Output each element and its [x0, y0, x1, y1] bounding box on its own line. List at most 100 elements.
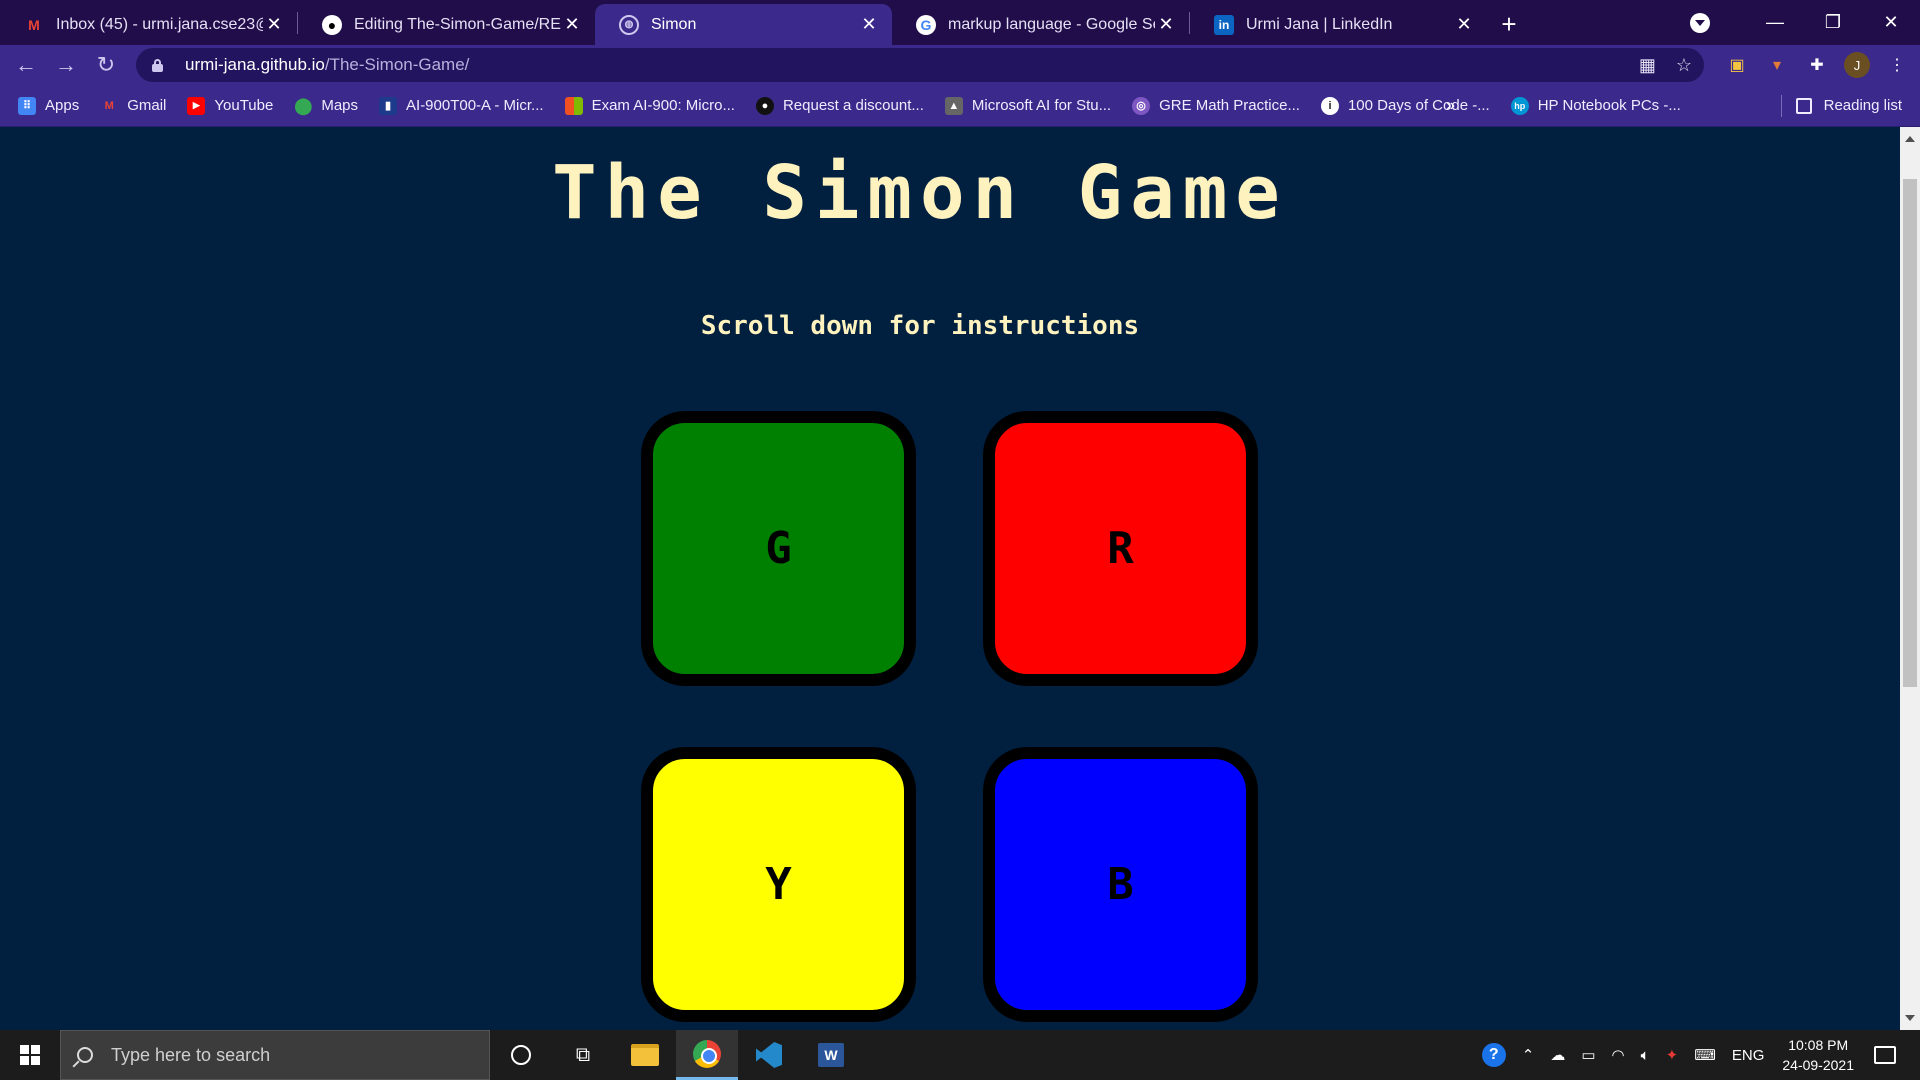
wifi-icon[interactable]: ◠: [1612, 1046, 1625, 1064]
close-icon[interactable]: ✕: [1453, 14, 1475, 36]
maps-pin-icon: ⬤: [294, 97, 313, 115]
tab-github[interactable]: ● Editing The-Simon-Game/READM ✕: [298, 4, 595, 45]
clock[interactable]: 10:08 PM 24-09-2021: [1782, 1035, 1854, 1075]
bookmark-100-days[interactable]: i 100 Days of Code -...: [1320, 96, 1490, 115]
cortana-circle-icon: [511, 1045, 531, 1065]
bookmark-maps[interactable]: ⬤ Maps: [294, 97, 358, 115]
battery-icon[interactable]: ▭: [1581, 1046, 1595, 1064]
word-icon: W: [818, 1043, 844, 1067]
more-bookmarks-chevron-icon[interactable]: »: [1446, 97, 1455, 115]
bookmark-youtube[interactable]: ▶ YouTube: [187, 96, 274, 115]
blue-button-label: B: [1107, 859, 1134, 910]
chevron-up-icon[interactable]: ⌃: [1522, 1046, 1535, 1064]
vertical-scrollbar[interactable]: [1900, 127, 1920, 1030]
bookmark-label: Exam AI-900: Micro...: [591, 97, 735, 114]
scroll-up-arrow-icon[interactable]: [1905, 136, 1915, 142]
book-icon: ▮: [379, 96, 398, 115]
url-host: urmi-jana.github.io: [185, 55, 325, 74]
puzzle-piece-icon[interactable]: ✚: [1804, 52, 1830, 78]
help-icon[interactable]: ?: [1481, 1043, 1506, 1067]
green-button[interactable]: G: [641, 411, 916, 686]
taskbar-search-box[interactable]: Type here to search: [60, 1030, 490, 1080]
word-taskbar-button[interactable]: W: [800, 1030, 862, 1080]
tab-search-icon[interactable]: [1690, 12, 1710, 33]
reading-list-button[interactable]: Reading list: [1780, 94, 1902, 117]
info-icon: i: [1320, 96, 1339, 115]
page-title: The Simon Game: [552, 150, 1288, 236]
close-window-icon[interactable]: ✕: [1862, 0, 1920, 45]
red-button-label: R: [1107, 523, 1134, 574]
folder-icon: [631, 1044, 659, 1066]
google-icon: G: [916, 14, 936, 35]
task-view-button[interactable]: ⧉: [552, 1030, 614, 1080]
yellow-button[interactable]: Y: [641, 747, 916, 1022]
bookmark-gmail[interactable]: M Gmail: [100, 97, 167, 115]
notification-center-icon[interactable]: [1874, 1046, 1896, 1064]
language-indicator[interactable]: ENG: [1732, 1047, 1765, 1064]
tab-google-search[interactable]: G markup language - Google Searc ✕: [892, 4, 1189, 45]
bookmark-gre-math[interactable]: ◎ GRE Math Practice...: [1132, 96, 1300, 115]
file-explorer-button[interactable]: [614, 1030, 676, 1080]
reading-list-label: Reading list: [1823, 97, 1902, 114]
bookmark-star-icon[interactable]: ☆: [1676, 55, 1692, 76]
tab-title: Editing The-Simon-Game/READM: [354, 15, 561, 33]
bookmark-hp-notebook[interactable]: hp HP Notebook PCs -...: [1510, 96, 1681, 115]
qr-code-icon[interactable]: ▦: [1639, 55, 1656, 76]
close-icon[interactable]: ✕: [1155, 14, 1177, 36]
lock-icon[interactable]: [152, 58, 163, 72]
red-button[interactable]: R: [983, 411, 1258, 686]
scrollbar-thumb[interactable]: [1903, 179, 1917, 687]
minimize-icon[interactable]: —: [1746, 0, 1804, 45]
search-icon: [77, 1047, 93, 1063]
start-button[interactable]: [0, 1030, 60, 1080]
chrome-taskbar-button[interactable]: [676, 1030, 738, 1080]
youtube-icon: ▶: [187, 96, 206, 115]
close-icon[interactable]: ✕: [561, 14, 583, 36]
kebab-menu-icon[interactable]: ⋮: [1884, 52, 1910, 78]
cortana-button[interactable]: [490, 1030, 552, 1080]
bookmark-label: YouTube: [214, 97, 274, 114]
extensions-area: ▣ ▾ ✚ J ⋮: [1724, 45, 1910, 85]
bookmark-microsoft-ai[interactable]: ▲ Microsoft AI for Stu...: [944, 96, 1111, 115]
bookmark-request-discount[interactable]: ● Request a discount...: [755, 96, 924, 115]
new-tab-button[interactable]: +: [1487, 4, 1531, 45]
bookmark-ai900[interactable]: ▮ AI-900T00-A - Micr...: [379, 96, 544, 115]
blue-button[interactable]: B: [983, 747, 1258, 1022]
extension-cup-icon[interactable]: ▾: [1764, 52, 1790, 78]
bookmark-label: Maps: [321, 97, 359, 114]
bookmark-label: Request a discount...: [782, 97, 924, 114]
reload-icon[interactable]: ↻: [86, 45, 126, 85]
clock-time: 10:08 PM: [1788, 1037, 1849, 1053]
volume-icon[interactable]: 🔈︎: [1641, 1047, 1650, 1064]
windows-logo-icon: [20, 1045, 40, 1065]
dropbox-icon[interactable]: ✦: [1666, 1046, 1679, 1064]
globe-icon: ◍: [619, 14, 639, 35]
avatar[interactable]: J: [1844, 52, 1870, 78]
browser-toolbar: ← → ↻ urmi-jana.github.io/The-Simon-Game…: [0, 45, 1920, 85]
close-icon[interactable]: ✕: [263, 14, 285, 36]
bookmark-exam-ai900[interactable]: Exam AI-900: Micro...: [564, 96, 735, 115]
vscode-icon: [756, 1042, 782, 1068]
cloud-icon[interactable]: ☁: [1550, 1046, 1565, 1064]
instructions-hint: Scroll down for instructions: [700, 311, 1140, 341]
tab-linkedin[interactable]: in Urmi Jana | LinkedIn ✕: [1190, 4, 1487, 45]
address-bar[interactable]: urmi-jana.github.io/The-Simon-Game/ ▦ ☆: [136, 48, 1704, 82]
green-button-label: G: [765, 523, 792, 574]
url-text[interactable]: urmi-jana.github.io/The-Simon-Game/: [185, 55, 469, 75]
image-icon: ▲: [944, 96, 963, 115]
bookmark-label: GRE Math Practice...: [1159, 97, 1300, 114]
clock-date: 24-09-2021: [1782, 1057, 1854, 1073]
url-path: /The-Simon-Game/: [324, 55, 470, 74]
close-icon[interactable]: ✕: [858, 14, 880, 36]
bookmark-apps[interactable]: ⠿ Apps: [18, 96, 79, 115]
extension-image-icon[interactable]: ▣: [1724, 52, 1750, 78]
vscode-taskbar-button[interactable]: [738, 1030, 800, 1080]
keyboard-icon[interactable]: ⌨: [1694, 1046, 1716, 1064]
tab-gmail[interactable]: M Inbox (45) - urmi.jana.cse23@her ✕: [0, 4, 297, 45]
back-arrow-icon[interactable]: ←: [6, 45, 46, 85]
tab-strip: M Inbox (45) - urmi.jana.cse23@her ✕ ● E…: [0, 0, 1920, 45]
forward-arrow-icon[interactable]: →: [46, 45, 86, 85]
tab-simon[interactable]: ◍ Simon ✕: [595, 4, 892, 45]
restore-icon[interactable]: ❐: [1804, 0, 1862, 45]
scroll-down-arrow-icon[interactable]: [1905, 1015, 1915, 1021]
